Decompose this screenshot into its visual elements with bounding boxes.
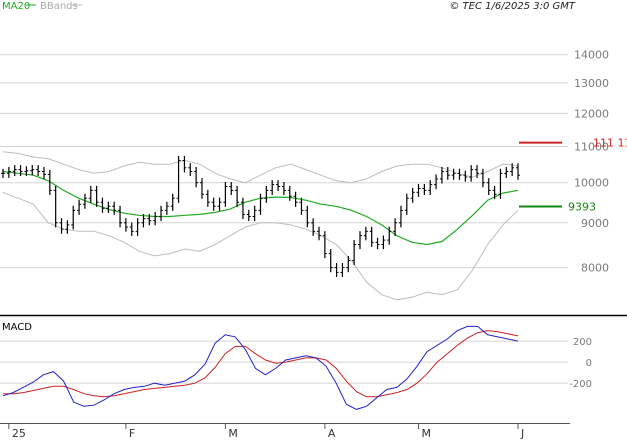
macd-title: MACD [2,322,32,333]
price-tick-label: 9000 [581,217,609,230]
x-tick-label: F [129,427,135,440]
x-tick-label: M [422,427,432,440]
macd-tick-label: -200 [569,379,592,390]
chart-canvas: MA20 BBands © TEC 1/6/2025 3:0 GMT 8000 9… [0,0,627,440]
level-marker-label: 111 11 [593,137,627,150]
price-tick-label: 8000 [581,262,609,275]
macd-tick-label: 0 [586,358,592,369]
price-tick-label: 12000 [574,107,609,120]
bbands-legend-label: BBands [40,1,78,12]
x-tick-label: A [328,427,336,440]
macd-tick-label: 200 [573,337,592,348]
price-tick-label: 10000 [574,177,609,190]
watermark: © TEC 1/6/2025 3:0 GMT [449,1,576,12]
x-tick-label: M [228,427,238,440]
price-tick-label: 14000 [574,49,609,62]
x-tick-label: J [520,427,524,440]
level-marker-label: 9393 [568,201,596,214]
price-tick-label: 13000 [574,77,609,90]
ma-legend-label: MA20 [2,1,30,12]
x-tick-label: 25 [12,427,26,440]
